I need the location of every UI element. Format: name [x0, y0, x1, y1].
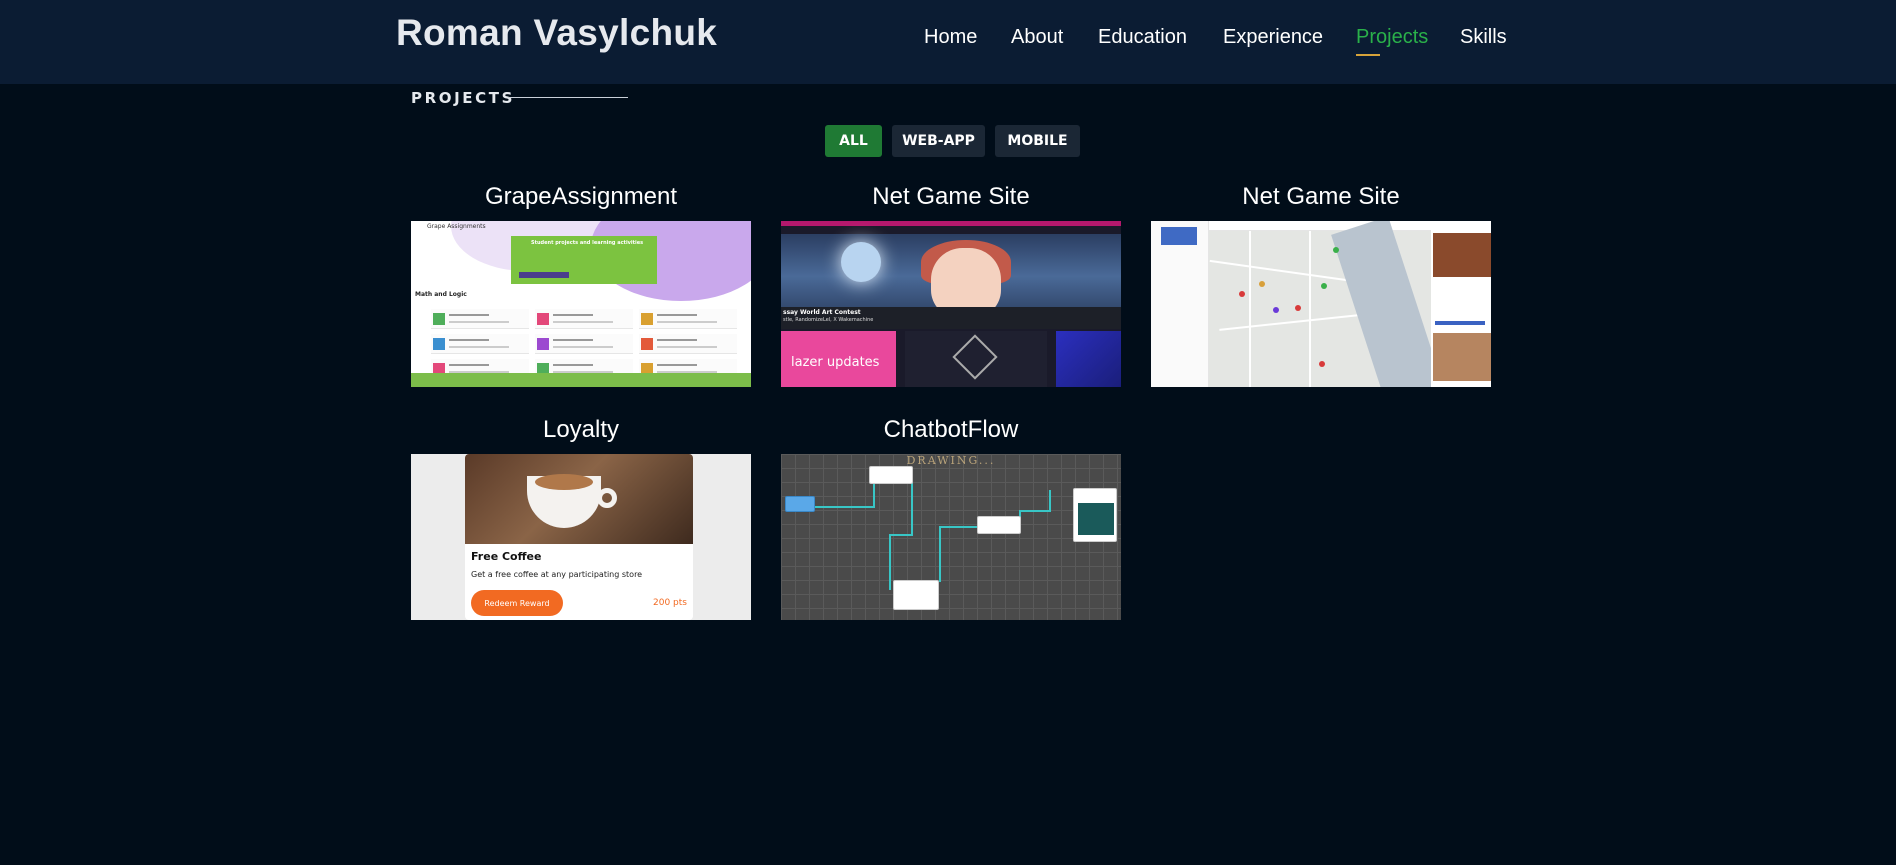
filter-mobile-button[interactable]: MOBILE — [995, 125, 1080, 157]
reward-points: 200 pts — [653, 598, 687, 608]
thumb-tile — [1056, 331, 1121, 387]
coffee-foam — [535, 474, 593, 490]
thumb-banner-button — [519, 272, 569, 278]
filter-all-button[interactable]: ALL — [825, 125, 882, 157]
flow-message-node — [977, 516, 1021, 534]
map-pin-icon — [1259, 281, 1265, 287]
active-nav-indicator — [1356, 54, 1380, 56]
project-thumbnail-loyalty[interactable]: Free Coffee Get a free coffee at any par… — [411, 454, 751, 620]
thumb-coffee-photo — [465, 454, 693, 544]
thumb-tile: lazer updates — [781, 331, 896, 387]
project-title[interactable]: Net Game Site — [1151, 183, 1491, 211]
project-title[interactable]: Net Game Site — [781, 183, 1121, 211]
thumb-cell — [431, 309, 529, 329]
flow-message-node — [869, 466, 913, 484]
thumb-moon — [841, 242, 881, 282]
thumb-listing-photo — [1433, 333, 1491, 381]
map-pin-icon — [1333, 247, 1339, 253]
flow-image-node — [1073, 488, 1117, 542]
thumb-tile-text: lazer updates — [791, 355, 880, 370]
reward-description: Get a free coffee at any participating s… — [471, 570, 643, 579]
project-title[interactable]: ChatbotFlow — [781, 416, 1121, 444]
thumb-listing-button — [1435, 321, 1485, 325]
flow-start-node — [785, 496, 815, 512]
reward-title: Free Coffee — [471, 550, 542, 563]
thumb-banner: Student projects and learning activities — [511, 236, 657, 284]
project-title[interactable]: GrapeAssignment — [411, 183, 751, 211]
cup-handle — [597, 488, 617, 508]
decorative-grass — [411, 373, 751, 387]
nav-about[interactable]: About — [1011, 26, 1063, 49]
site-header: Roman Vasylchuk Home About Education Exp… — [0, 0, 1896, 84]
map-pin-icon — [1321, 283, 1327, 289]
main-nav: Home About Education Experience Projects… — [0, 26, 1896, 56]
map-pin-icon — [1239, 291, 1245, 297]
nav-projects[interactable]: Projects — [1356, 26, 1428, 49]
project-thumbnail-grapeassignment[interactable]: Grape Assignments Student projects and l… — [411, 221, 751, 387]
thumb-cell — [639, 334, 737, 354]
thumb-app-name: Grape Assignments — [427, 223, 486, 230]
project-thumbnail-net-game-site[interactable]: ssay World Art Contest stle, RandomizeLe… — [781, 221, 1121, 387]
map-pin-icon — [1273, 307, 1279, 313]
flow-buttons-node — [893, 580, 939, 610]
thumb-cell — [535, 334, 633, 354]
thumb-logo — [1161, 227, 1197, 245]
thumb-tile — [905, 331, 1047, 387]
nav-skills[interactable]: Skills — [1460, 26, 1507, 49]
thumb-cell — [535, 309, 633, 329]
thumb-caption-title: ssay World Art Contest — [783, 309, 861, 316]
section-title-divider — [508, 97, 628, 98]
thumb-sidebar — [1151, 221, 1209, 387]
nav-home[interactable]: Home — [924, 26, 977, 49]
thumb-cell — [431, 334, 529, 354]
redeem-reward-button: Redeem Reward — [471, 590, 563, 616]
map-pin-icon — [1319, 361, 1325, 367]
thumb-river — [1331, 221, 1447, 387]
thumb-topbar — [1209, 221, 1431, 231]
map-pin-icon — [1295, 305, 1301, 311]
diamond-icon — [952, 334, 998, 380]
thumb-caption-sub: stle, RandomizeLel, X Wakemachine — [783, 317, 874, 323]
thumb-drawing-label: DRAWING... — [906, 454, 996, 467]
thumb-listing-photo — [1433, 233, 1491, 277]
nav-education[interactable]: Education — [1098, 26, 1187, 49]
nav-experience[interactable]: Experience — [1223, 26, 1323, 49]
thumb-top-bar — [781, 221, 1121, 226]
thumb-reward-card: Free Coffee Get a free coffee at any par… — [465, 454, 693, 620]
thumb-section-label: Math and Logic — [415, 291, 467, 298]
thumb-map — [1209, 221, 1447, 387]
section-title: PROJECTS — [411, 89, 515, 107]
filter-web-app-button[interactable]: WEB-APP — [892, 125, 985, 157]
project-thumbnail-net-game-site-map[interactable] — [1151, 221, 1491, 387]
project-thumbnail-chatbotflow[interactable]: DRAWING... — [781, 454, 1121, 620]
thumb-banner-text: Student projects and learning activities — [531, 240, 644, 246]
thumb-cell — [639, 309, 737, 329]
project-title[interactable]: Loyalty — [411, 416, 751, 444]
